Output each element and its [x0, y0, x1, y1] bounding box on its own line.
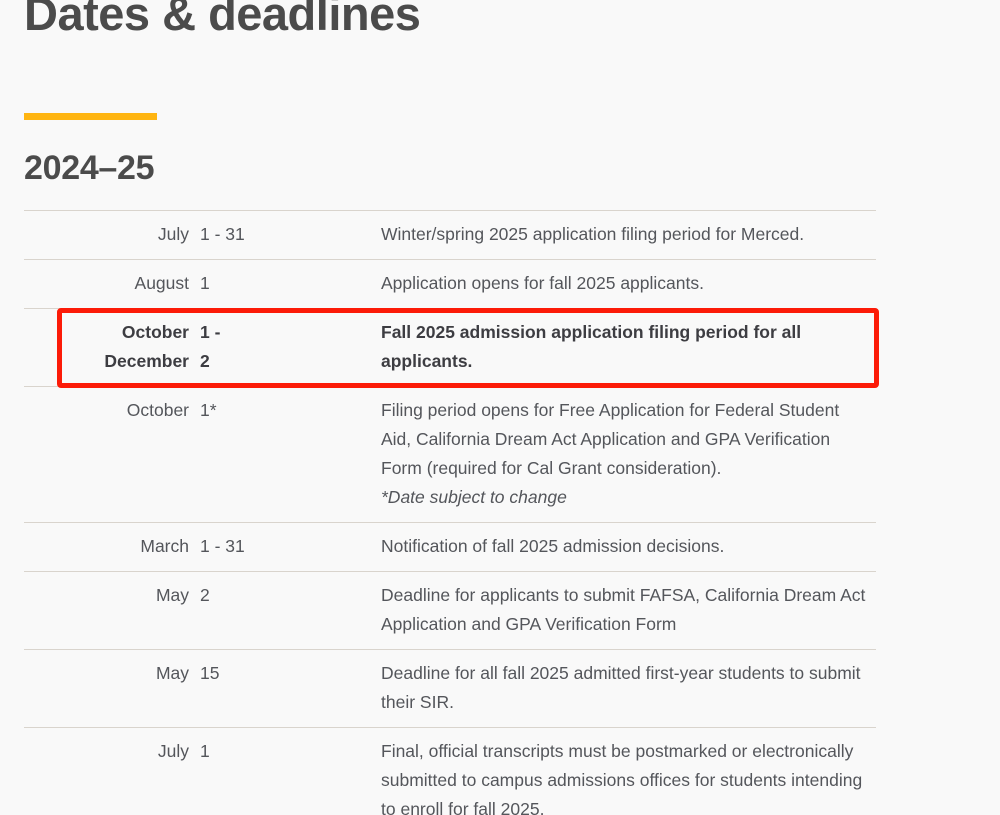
table-row: May 15 Deadline for all fall 2025 admitted… — [24, 649, 876, 728]
description-text: Filing period opens for Free Application… — [381, 400, 840, 478]
year-heading: 2024–25 — [24, 149, 155, 187]
cell-month: May — [155, 585, 189, 605]
description-text: Application opens for fall 2025 applican… — [381, 273, 704, 293]
description-text: Winter/spring 2025 application filing pe… — [381, 224, 805, 244]
cell-month: July — [157, 224, 189, 244]
cell-day: 1 — [200, 741, 210, 761]
description-text: Final, official transcripts must be post… — [381, 741, 863, 815]
description-text: Fall 2025 admission application filing p… — [381, 322, 802, 371]
cell-month: July — [157, 741, 189, 761]
description-text: Deadline for applicants to submit FAFSA,… — [381, 585, 866, 634]
description-text: Deadline for all fall 2025 admitted firs… — [381, 663, 861, 712]
cell-month: August — [134, 273, 189, 293]
description-text: Notification of fall 2025 admission deci… — [381, 536, 725, 556]
cell-description: Deadline for all fall 2025 admitted firs… — [381, 650, 876, 728]
table-row: July 1 - 31 Winter/spring 2025 application… — [24, 210, 876, 260]
description-note: *Date subject to change — [381, 487, 567, 507]
cell-day: 1 - 31 — [200, 536, 245, 556]
cell-month: October — [126, 400, 189, 420]
cell-description: Deadline for applicants to submit FAFSA,… — [381, 572, 876, 650]
cell-month: October December — [104, 322, 189, 371]
cell-day: 1 - 2 — [200, 322, 221, 371]
cell-description: Notification of fall 2025 admission deci… — [381, 523, 876, 572]
table-row: July 1 Final, official transcripts must be… — [24, 727, 876, 815]
cell-day: 15 — [200, 663, 220, 683]
page-title: Dates & deadlines — [24, 0, 421, 40]
deadlines-table-body: July 1 - 31 Winter/spring 2025 application… — [24, 210, 876, 815]
table-row: October 1* Filing period opens for Free Ap… — [24, 386, 876, 523]
cell-month: March — [140, 536, 189, 556]
cell-day: 1 — [200, 273, 210, 293]
dates-deadlines-page: Dates & deadlines 2024–25 July 1 - 31 Wint… — [0, 0, 1000, 815]
table-row: October December 1 - 2 Fall 2025 admission… — [24, 308, 876, 387]
cell-month: May — [155, 663, 189, 683]
table-row: March 1 - 31 Notification of fall 2025 adm… — [24, 522, 876, 572]
cell-day: 1* — [200, 400, 217, 420]
cell-description: Winter/spring 2025 application filing pe… — [381, 211, 876, 260]
cell-description: Application opens for fall 2025 applican… — [381, 260, 876, 309]
gold-accent-bar — [24, 113, 157, 120]
deadlines-table: July 1 - 31 Winter/spring 2025 application… — [24, 210, 876, 815]
cell-description: Fall 2025 admission application filing p… — [381, 309, 876, 387]
cell-description: Filing period opens for Free Application… — [381, 387, 876, 523]
table-row: August 1 Application opens for fall 2025 a… — [24, 259, 876, 309]
cell-description: Final, official transcripts must be post… — [381, 728, 876, 815]
cell-day: 2 — [200, 585, 210, 605]
cell-day: 1 - 31 — [200, 224, 245, 244]
table-row: May 2 Deadline for applicants to submit FA… — [24, 571, 876, 650]
